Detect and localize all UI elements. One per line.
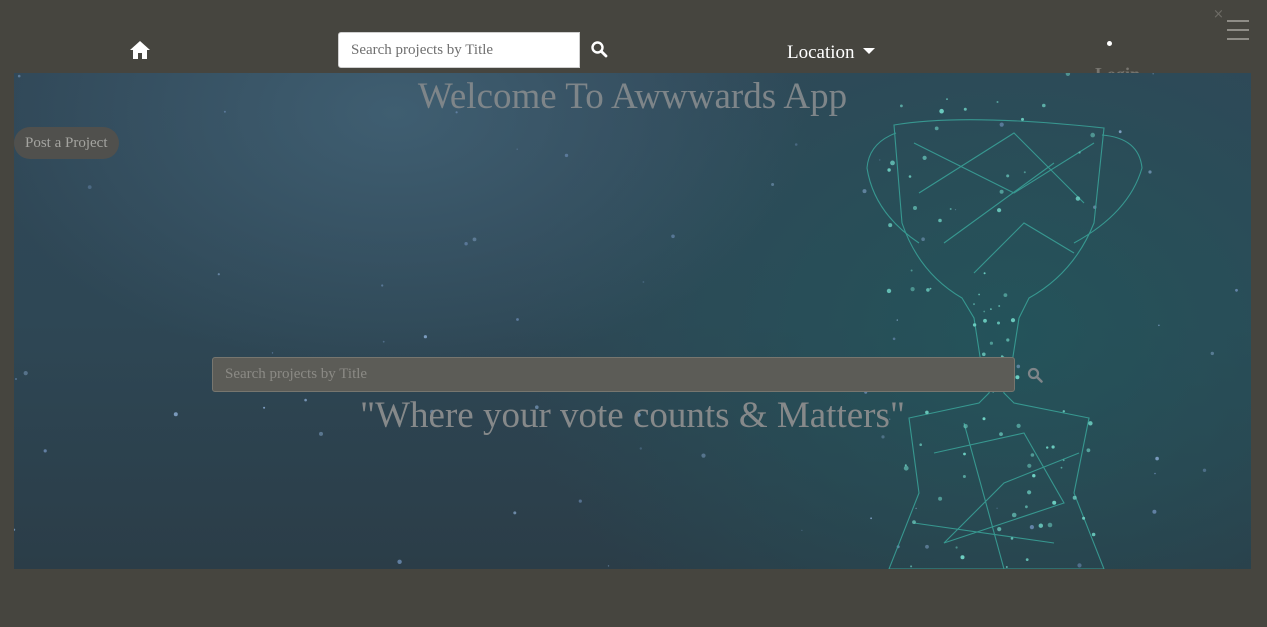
hero-banner: Welcome To Awwwards App Post a Project "…	[14, 73, 1251, 569]
nav-search-box	[338, 32, 580, 68]
top-navbar: Location Login ×	[0, 0, 1267, 84]
location-dropdown[interactable]: Location	[787, 42, 875, 68]
hero-search-input[interactable]	[212, 357, 1015, 392]
hamburger-icon[interactable]	[1227, 20, 1249, 42]
nav-search-input[interactable]	[338, 32, 580, 68]
page: Location Login × Welcome To Awwwards App…	[0, 0, 1267, 627]
trophy-background-image	[14, 73, 1238, 569]
list-bullet	[1107, 41, 1112, 46]
nav-search-button[interactable]	[590, 40, 608, 58]
post-project-button[interactable]: Post a Project	[14, 127, 119, 159]
hero-title: Welcome To Awwwards App	[417, 76, 848, 117]
hero-tagline: "Where your vote counts & Matters"	[360, 395, 905, 436]
location-label: Location	[787, 42, 855, 63]
hero-search-button[interactable]	[1027, 367, 1043, 383]
close-icon[interactable]: ×	[1213, 7, 1224, 22]
chevron-down-icon	[862, 48, 875, 54]
home-icon[interactable]	[129, 40, 151, 60]
